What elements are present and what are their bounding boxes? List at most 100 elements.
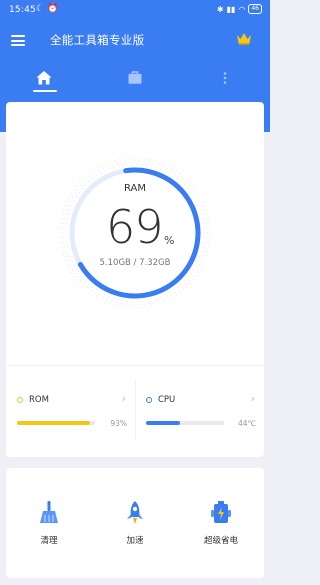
active-tab-indicator: [33, 90, 57, 92]
gauge-dot: [96, 167, 99, 169]
gauge-dot: [104, 170, 106, 172]
gauge-dot: [60, 218, 62, 220]
gauge-dot: [203, 237, 205, 239]
boost-button[interactable]: 加速: [100, 500, 170, 546]
gauge-dot: [91, 286, 94, 288]
rom-progress-bar: [17, 421, 95, 425]
gauge-dot: [132, 307, 134, 309]
gauge-dot: [75, 195, 78, 197]
gauge-dot: [176, 286, 179, 288]
gauge-dot: [104, 294, 106, 296]
gauge-dot: [185, 283, 187, 285]
ram-usage: 5.10GB / 7.32GB: [99, 258, 171, 268]
divider: [6, 365, 264, 366]
gauge-dot: [89, 292, 91, 294]
status-time: 15:45: [9, 5, 36, 15]
gauge-dot: [117, 165, 119, 167]
gauge-dot: [186, 178, 188, 180]
gauge-dot: [69, 208, 71, 210]
power-save-button[interactable]: 超级省电: [186, 500, 256, 546]
gauge-dot: [192, 279, 194, 281]
clean-button[interactable]: 清理: [14, 500, 84, 546]
gauge-dot: [194, 272, 196, 274]
gauge-dot: [101, 165, 103, 167]
gauge-dot: [94, 172, 96, 174]
gauge-dot: [95, 289, 97, 291]
gauge-dot: [206, 232, 208, 234]
gauge-dot: [68, 213, 70, 215]
gauge-dot: [117, 299, 119, 301]
gauge-dot: [115, 301, 117, 304]
gauge-dot: [199, 200, 201, 202]
gauge-dot: [63, 218, 65, 220]
gauge-dot: [155, 298, 157, 300]
gauge-dot: [195, 275, 197, 277]
gauge-dot: [62, 232, 64, 234]
more-vertical-icon[interactable]: [215, 68, 235, 88]
gauge-dot: [198, 271, 200, 274]
gauge-dot: [73, 200, 75, 202]
gauge-dot: [206, 237, 208, 239]
gauge-dot: [63, 246, 65, 248]
gauge-dot: [109, 161, 111, 163]
gauge-dot: [153, 162, 155, 165]
rom-stat[interactable]: ROM › 93%: [17, 392, 132, 442]
gauge-dot: [127, 307, 129, 309]
gauge-dot: [162, 298, 164, 301]
gauge-dot: [60, 246, 62, 248]
gauge-dot: [145, 158, 148, 160]
gauge-dot: [90, 175, 92, 177]
crown-icon[interactable]: [236, 31, 252, 45]
gauge-dot: [176, 178, 179, 180]
gauge-dot: [197, 204, 199, 206]
gauge-dot: [171, 297, 174, 299]
gauge-dot: [111, 164, 113, 166]
gauge-dot: [122, 306, 125, 308]
rom-label: ROM: [29, 395, 49, 405]
gauge-dot: [207, 250, 209, 252]
gauge-dot: [173, 289, 175, 291]
gauge-dot: [202, 201, 204, 203]
gauge-dot: [66, 222, 68, 224]
gauge-dot: [66, 209, 68, 211]
ram-unit: %: [164, 234, 175, 247]
gauge-dot: [83, 283, 85, 285]
gauge-dot: [68, 267, 70, 270]
gauge-dot: [181, 178, 184, 180]
gauge-dot: [101, 299, 103, 301]
gauge-dot: [200, 213, 202, 215]
gauge-dot: [189, 282, 191, 285]
gauge-dot: [86, 178, 89, 180]
gauge-dot: [91, 178, 94, 180]
gauge-dot: [190, 273, 192, 275]
gauge-dot: [122, 300, 124, 302]
gauge-dot: [166, 297, 168, 299]
menu-icon[interactable]: [11, 35, 25, 46]
gauge-dot: [79, 282, 81, 285]
battery-robot-icon: [211, 501, 231, 523]
gauge-dot: [129, 160, 131, 162]
briefcase-icon[interactable]: [125, 68, 145, 88]
gauge-dot: [205, 209, 208, 211]
gauge-dot: [89, 172, 91, 174]
cpu-label: CPU: [158, 395, 176, 405]
gauge-dot: [64, 251, 67, 253]
gauge-dot: [66, 246, 69, 248]
gauge-dot: [141, 301, 143, 303]
cpu-stat[interactable]: CPU › 44℃: [146, 392, 261, 442]
gauge-dot: [66, 255, 68, 257]
ram-label: RAM: [123, 183, 146, 194]
home-icon[interactable]: [34, 68, 54, 88]
gauge-dot: [178, 289, 180, 291]
gauge-dot: [85, 289, 87, 291]
app-title: 全能工具箱专业版: [50, 33, 145, 47]
gauge-dot: [200, 196, 202, 199]
gauge-dot: [209, 232, 211, 234]
gauge-dot: [151, 165, 153, 167]
gauge-dot: [208, 223, 210, 225]
gauge-dot: [93, 294, 95, 297]
gauge-dot: [199, 256, 201, 258]
gauge-dot: [201, 246, 204, 248]
gauge-dot: [157, 164, 159, 166]
gauge-dot: [67, 204, 70, 206]
